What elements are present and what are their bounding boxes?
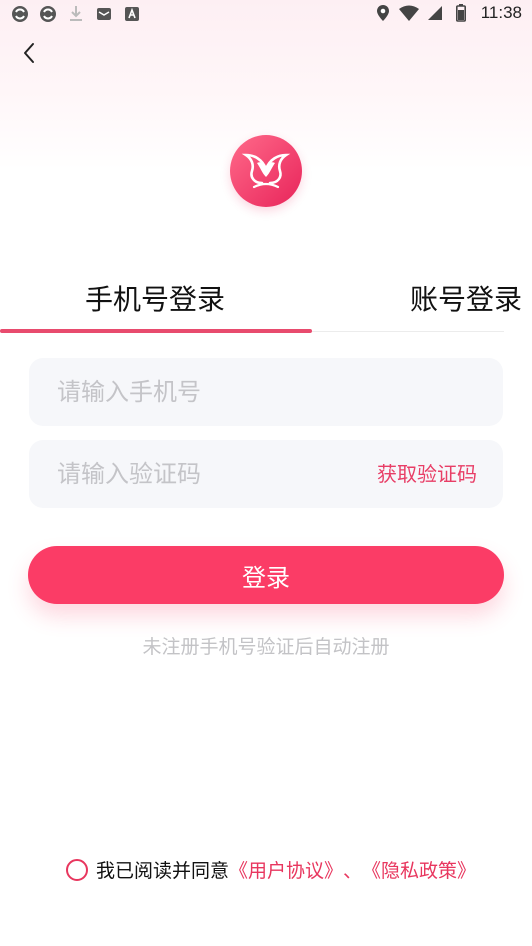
code-field: 获取验证码	[29, 440, 503, 508]
status-notifications	[10, 4, 142, 24]
login-button[interactable]: 登录	[28, 546, 504, 604]
font-app-icon	[122, 4, 142, 24]
tab-phone-login[interactable]: 手机号登录	[85, 278, 225, 318]
download-icon	[66, 4, 86, 24]
status-bar: 11:38	[0, 0, 532, 28]
sync-icon	[10, 4, 30, 24]
verification-code-input[interactable]	[57, 440, 357, 508]
chevron-left-icon	[22, 42, 36, 68]
back-button[interactable]	[14, 40, 44, 70]
agreement-row: 我已阅读并同意 《用户协议》 、 《隐私政策》	[66, 856, 476, 883]
get-code-button[interactable]: 获取验证码	[377, 440, 477, 508]
phone-field	[29, 358, 503, 426]
sync-icon	[38, 4, 58, 24]
agreement-text: 我已阅读并同意	[96, 860, 230, 882]
signal-icon	[425, 3, 445, 23]
auto-register-hint: 未注册手机号验证后自动注册	[142, 636, 390, 658]
swan-logo-icon	[240, 147, 292, 195]
location-icon	[373, 3, 393, 23]
user-agreement-link[interactable]: 《用户协议》	[229, 856, 343, 883]
wifi-icon	[398, 3, 419, 23]
privacy-policy-link[interactable]: 《隐私政策》	[362, 856, 476, 883]
status-time: 11:38	[480, 3, 522, 22]
app-logo	[230, 135, 302, 207]
phone-input[interactable]	[57, 358, 477, 426]
agreement-checkbox[interactable]	[66, 858, 88, 881]
mail-icon	[94, 4, 114, 24]
tab-account-login[interactable]: 账号登录	[410, 278, 522, 318]
status-system: 11:38	[373, 3, 522, 23]
active-tab-indicator	[0, 329, 312, 333]
battery-icon	[451, 3, 471, 23]
agreement-separator: 、	[343, 860, 363, 882]
